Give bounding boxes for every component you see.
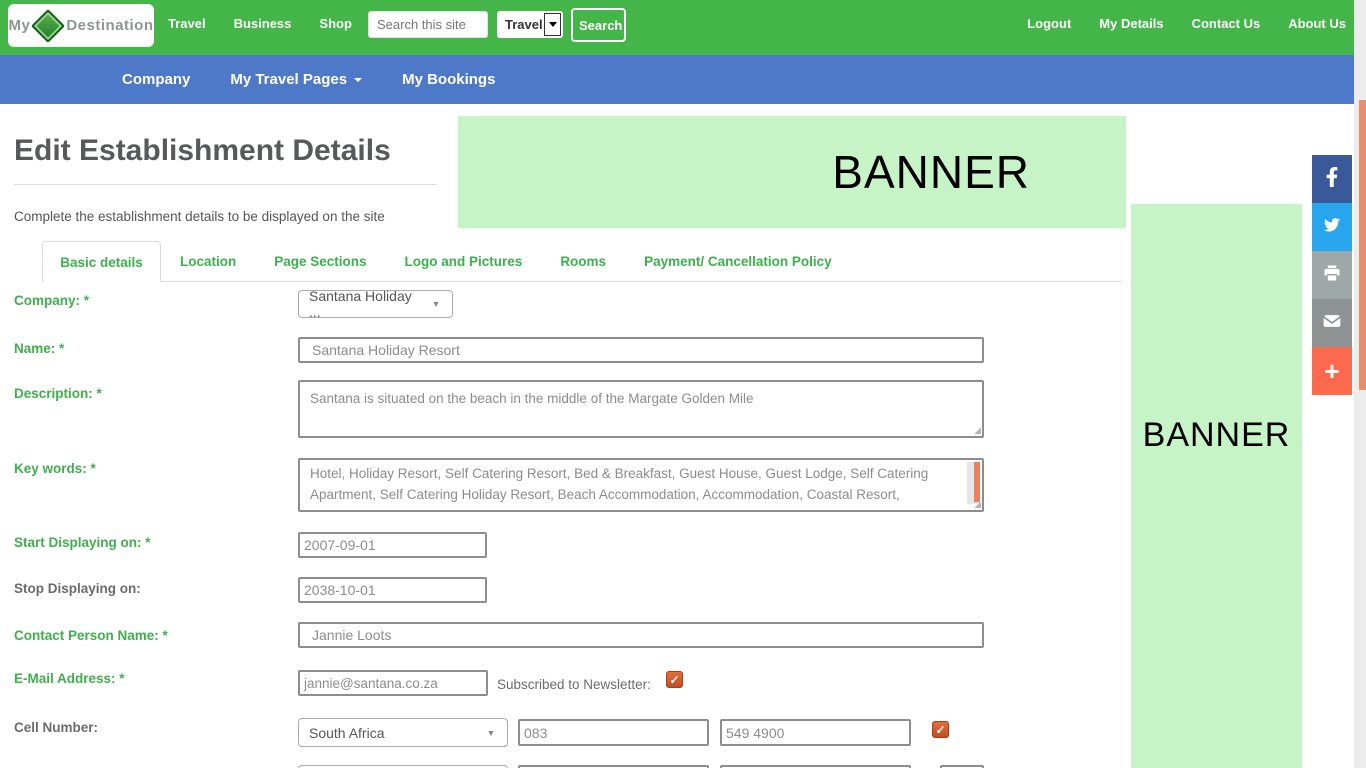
newsletter-label: Subscribed to Newsletter: [497, 677, 651, 692]
keywords-textarea[interactable]: Hotel, Holiday Resort, Self Catering Res… [300, 460, 982, 510]
search-category-value: Travel [505, 17, 543, 32]
share-toolbar: + [1312, 155, 1352, 395]
cell-country-value: South Africa [309, 725, 385, 741]
page-scrollbar-thumb[interactable] [1359, 100, 1366, 390]
company-select[interactable]: Santana Holiday ... [298, 290, 453, 318]
cell-number-label: Cell Number: [14, 720, 98, 735]
contact-person-label: Contact Person Name: * [14, 628, 168, 643]
subnav-my-travel-pages[interactable]: My Travel Pages [230, 71, 362, 88]
tab-row: Location Page Sections Logo and Pictures… [161, 241, 851, 281]
top-banner-ad: BANNER [458, 116, 1126, 228]
tab-logo-and-pictures[interactable]: Logo and Pictures [386, 254, 542, 269]
nav-link-contact-us[interactable]: Contact Us [1192, 16, 1261, 31]
keywords-label: Key words: * [14, 461, 96, 476]
tab-page-sections[interactable]: Page Sections [255, 254, 385, 269]
top-navbar: My Destination Travel Business Shop Trav… [0, 0, 1366, 55]
cell-number-input[interactable] [720, 719, 911, 746]
twitter-share-button[interactable] [1312, 203, 1352, 251]
nav-link-logout[interactable]: Logout [1027, 16, 1071, 31]
subnav-company[interactable]: Company [122, 71, 190, 88]
facebook-icon [1322, 167, 1342, 192]
logo-text-my: My [8, 17, 30, 34]
contact-person-input[interactable] [298, 622, 984, 648]
site-logo[interactable]: My Destination [8, 4, 154, 47]
start-displaying-input[interactable] [298, 532, 487, 558]
keywords-scrollbar-thumb[interactable] [974, 462, 980, 502]
description-textarea[interactable]: Santana is situated on the beach in the … [300, 382, 982, 436]
plus-icon: + [1324, 356, 1339, 387]
nav-link-shop[interactable]: Shop [319, 16, 352, 31]
tab-rooms[interactable]: Rooms [541, 254, 625, 269]
description-label: Description: * [14, 386, 102, 401]
name-input[interactable] [298, 337, 984, 363]
tab-location[interactable]: Location [161, 254, 255, 269]
globe-diamond-icon [31, 9, 65, 43]
select-arrow-icon[interactable] [544, 13, 561, 36]
cell-prefix-input[interactable] [518, 719, 709, 746]
search-input[interactable] [368, 11, 488, 38]
account-nav-links: Logout My Details Contact Us About Us [1027, 0, 1346, 46]
stop-displaying-input[interactable] [298, 577, 487, 603]
title-divider [14, 184, 437, 185]
tabs-bottom-border [42, 281, 1122, 282]
tab-basic-details[interactable]: Basic details [42, 241, 161, 282]
search-category-select[interactable]: Travel [497, 11, 563, 38]
email-label: E-Mail Address: * [14, 671, 125, 686]
keywords-field-wrap: Hotel, Holiday Resort, Self Catering Res… [298, 458, 984, 512]
nav-link-travel[interactable]: Travel [168, 16, 206, 31]
stop-displaying-label: Stop Displaying on: [14, 581, 141, 596]
envelope-icon [1322, 311, 1342, 336]
printer-icon [1322, 263, 1342, 288]
nav-link-my-details[interactable]: My Details [1099, 16, 1163, 31]
search-button[interactable]: Search [571, 8, 626, 42]
cell-display-checkbox[interactable]: ✓ [932, 721, 949, 738]
email-input[interactable] [298, 670, 488, 696]
subnav-my-bookings[interactable]: My Bookings [402, 71, 495, 88]
side-banner-text: BANNER [1143, 416, 1291, 454]
page-scrollbar-track[interactable] [1354, 0, 1366, 768]
top-banner-text: BANNER [832, 145, 1030, 199]
logo-text-destination: Destination [66, 17, 153, 34]
nav-link-about-us[interactable]: About Us [1288, 16, 1346, 31]
newsletter-checkbox[interactable]: ✓ [666, 671, 683, 688]
print-button[interactable] [1312, 251, 1352, 299]
secondary-navbar: Company My Travel Pages My Bookings [0, 55, 1366, 104]
description-field-wrap: Santana is situated on the beach in the … [298, 380, 984, 438]
main-nav-links: Travel Business Shop [168, 0, 352, 46]
start-displaying-label: Start Displaying on: * [14, 535, 151, 550]
cell-country-select[interactable]: South Africa [298, 718, 508, 747]
page: My Destination Travel Business Shop Trav… [0, 0, 1366, 768]
page-title: Edit Establishment Details [14, 134, 391, 168]
more-share-button[interactable]: + [1312, 347, 1352, 395]
tab-payment-cancellation-policy[interactable]: Payment/ Cancellation Policy [625, 254, 851, 269]
company-label: Company: * [14, 293, 89, 308]
page-subtitle: Complete the establishment details to be… [14, 209, 385, 224]
secondary-nav-links: Company My Travel Pages My Bookings [122, 55, 495, 104]
chevron-down-icon [354, 78, 362, 82]
keywords-scrollbar-track[interactable] [967, 462, 980, 504]
email-share-button[interactable] [1312, 299, 1352, 347]
company-select-value: Santana Holiday ... [309, 288, 426, 320]
twitter-icon [1322, 215, 1342, 240]
nav-link-business[interactable]: Business [234, 16, 292, 31]
facebook-share-button[interactable] [1312, 155, 1352, 203]
side-banner-ad: BANNER [1131, 204, 1302, 768]
name-label: Name: * [14, 341, 64, 356]
